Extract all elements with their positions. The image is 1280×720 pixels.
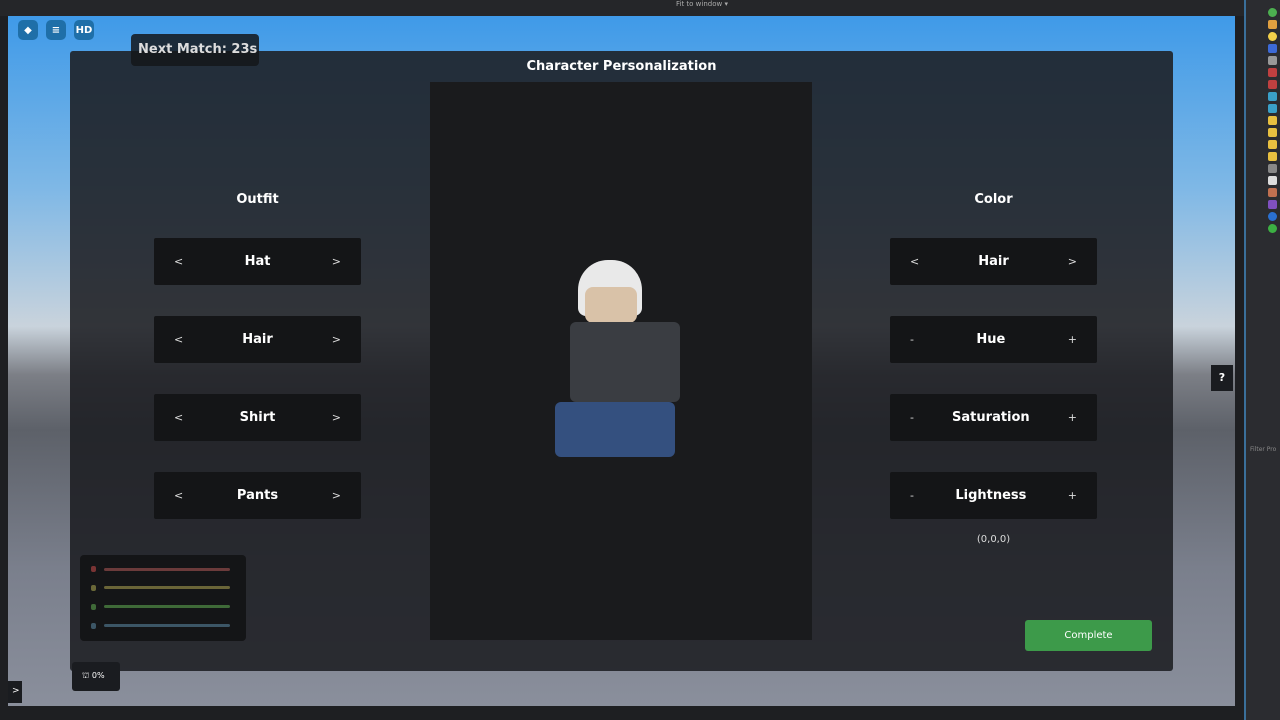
selector-label: Hair bbox=[242, 332, 273, 347]
complete-button[interactable]: Complete bbox=[1025, 620, 1152, 651]
voice-chat-service-icon[interactable] bbox=[1268, 200, 1277, 209]
filter-properties-input[interactable]: Filter Pro bbox=[1250, 446, 1276, 453]
health-icon bbox=[91, 566, 96, 572]
outfit-title: Outfit bbox=[236, 192, 279, 207]
character-head bbox=[585, 287, 637, 323]
color-value: (0,0,0) bbox=[976, 534, 1011, 545]
lighting-icon[interactable] bbox=[1268, 32, 1277, 41]
view-mode-dropdown[interactable]: Fit to window ▾ bbox=[676, 0, 728, 8]
backpack-percent: 0% bbox=[91, 671, 105, 680]
server-storage-icon[interactable] bbox=[1268, 104, 1277, 113]
workspace-icon[interactable] bbox=[1268, 8, 1277, 17]
starter-gui-icon[interactable] bbox=[1268, 116, 1277, 125]
sound-service-icon[interactable] bbox=[1268, 164, 1277, 173]
starter-player-icon[interactable] bbox=[1268, 140, 1277, 149]
bag-icon: ⛫ bbox=[82, 671, 92, 680]
next-button[interactable]: > bbox=[1068, 255, 1077, 268]
hunger-bar bbox=[104, 605, 230, 608]
next-button[interactable]: > bbox=[332, 411, 341, 424]
prev-button[interactable]: < bbox=[174, 489, 183, 502]
prev-button[interactable]: < bbox=[174, 333, 183, 346]
studio-top-bar: Fit to window ▾ bbox=[0, 0, 1280, 16]
prev-button[interactable]: < bbox=[910, 255, 919, 268]
increase-button[interactable]: + bbox=[1068, 333, 1077, 346]
replicated-storage-icon[interactable] bbox=[1268, 80, 1277, 89]
server-script-service-icon[interactable] bbox=[1268, 92, 1277, 101]
outfit-hair-selector: < Hair > bbox=[154, 316, 361, 363]
decrease-button[interactable]: - bbox=[910, 411, 914, 424]
next-button[interactable]: > bbox=[332, 489, 341, 502]
outfit-pants-selector: < Pants > bbox=[154, 472, 361, 519]
hue-adjuster: - Hue + bbox=[890, 316, 1097, 363]
adjuster-label: Hue bbox=[976, 332, 1006, 347]
outfit-shirt-selector: < Shirt > bbox=[154, 394, 361, 441]
prev-button[interactable]: < bbox=[174, 411, 183, 424]
character-legs bbox=[555, 402, 675, 457]
replicated-first-icon[interactable] bbox=[1268, 68, 1277, 77]
next-button[interactable]: > bbox=[332, 333, 341, 346]
player-stats-panel bbox=[80, 555, 246, 641]
chat-service-icon[interactable] bbox=[1268, 176, 1277, 185]
backpack-status: ⛫ 0% bbox=[72, 662, 120, 691]
health-bar bbox=[104, 568, 230, 571]
next-button[interactable]: > bbox=[332, 255, 341, 268]
thirst-icon bbox=[91, 623, 96, 629]
roblox-menu-icon[interactable]: ◆ bbox=[18, 20, 38, 40]
game-viewport[interactable]: ◆ ≡ HD Next Match: 23s Character Persona… bbox=[8, 16, 1235, 706]
test-service-icon[interactable] bbox=[1268, 224, 1277, 233]
energy-icon bbox=[91, 585, 96, 591]
character-personalization-panel: Character Personalization Outfit Color <… bbox=[70, 51, 1173, 671]
material-service-icon[interactable] bbox=[1268, 44, 1277, 53]
selector-label: Hat bbox=[244, 254, 271, 269]
saturation-adjuster: - Saturation + bbox=[890, 394, 1097, 441]
next-match-timer: Next Match: 23s bbox=[131, 34, 259, 66]
character-torso bbox=[570, 322, 680, 402]
increase-button[interactable]: + bbox=[1068, 411, 1077, 424]
color-hair-selector: < Hair > bbox=[890, 238, 1097, 285]
network-icon[interactable] bbox=[1268, 56, 1277, 65]
starter-pack-icon[interactable] bbox=[1268, 128, 1277, 137]
selector-label: Hair bbox=[978, 254, 1009, 269]
players-icon[interactable] bbox=[1268, 20, 1277, 29]
adjuster-label: Saturation bbox=[952, 410, 1030, 425]
decrease-button[interactable]: - bbox=[910, 333, 914, 346]
selector-label: Shirt bbox=[239, 410, 276, 425]
teams-icon[interactable] bbox=[1268, 152, 1277, 161]
hd-button[interactable]: HD bbox=[74, 20, 94, 40]
character-preview[interactable] bbox=[430, 82, 812, 640]
color-title: Color bbox=[974, 192, 1013, 207]
localization-icon[interactable] bbox=[1268, 212, 1277, 221]
outfit-hat-selector: < Hat > bbox=[154, 238, 361, 285]
selector-label: Pants bbox=[236, 488, 279, 503]
prev-button[interactable]: < bbox=[174, 255, 183, 268]
hunger-icon bbox=[91, 604, 96, 610]
chat-icon[interactable]: ≡ bbox=[46, 20, 66, 40]
thirst-bar bbox=[104, 624, 230, 627]
help-button[interactable]: ? bbox=[1211, 365, 1233, 391]
adjuster-label: Lightness bbox=[955, 488, 1027, 503]
explorer-panel bbox=[1244, 0, 1280, 720]
increase-button[interactable]: + bbox=[1068, 489, 1077, 502]
energy-bar bbox=[104, 586, 230, 589]
text-chat-service-icon[interactable] bbox=[1268, 188, 1277, 197]
decrease-button[interactable]: - bbox=[910, 489, 914, 502]
lightness-adjuster: - Lightness + bbox=[890, 472, 1097, 519]
expand-button[interactable]: > bbox=[8, 681, 22, 703]
